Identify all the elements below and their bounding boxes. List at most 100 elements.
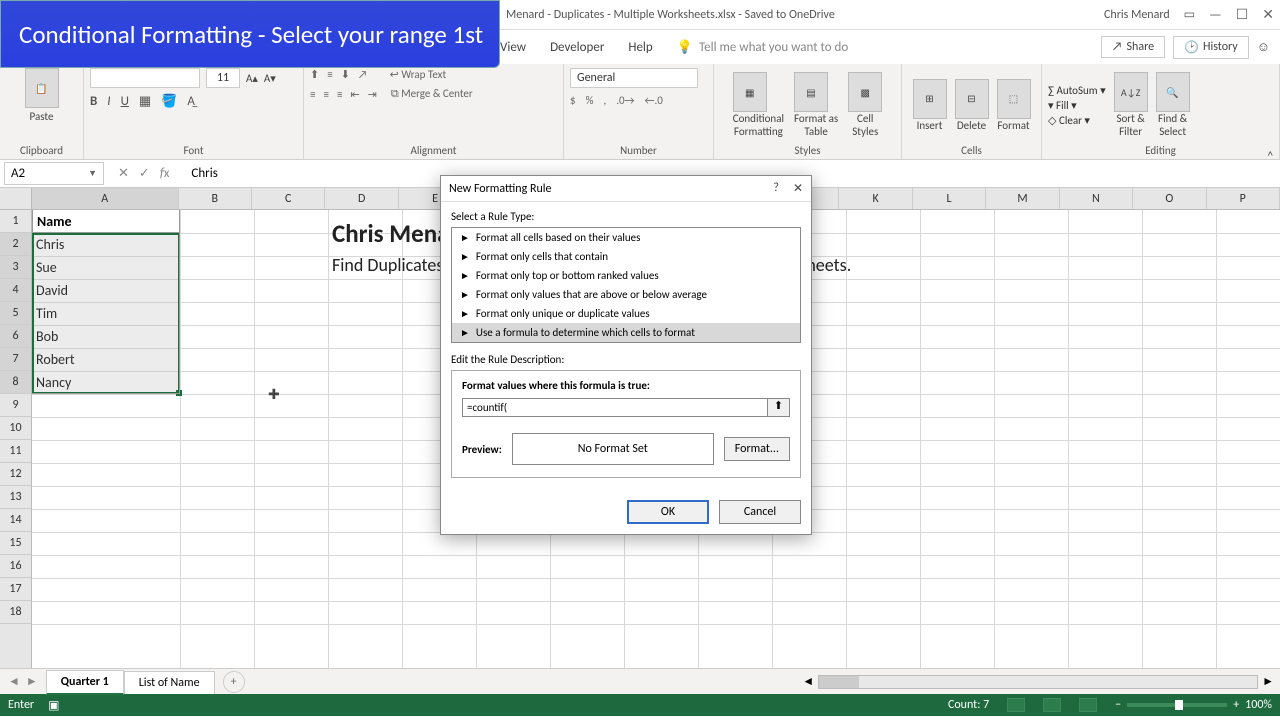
- enter-formula-icon[interactable]: ✓: [139, 166, 150, 181]
- insert-icon[interactable]: ⊞: [913, 79, 947, 119]
- conditional-formatting-button[interactable]: Conditional Formatting: [733, 112, 784, 138]
- tell-me-search[interactable]: 💡 Tell me what you want to do: [677, 40, 849, 55]
- row-header-18[interactable]: 18: [0, 601, 31, 624]
- row-header-4[interactable]: 4: [0, 279, 31, 302]
- align-center-icon[interactable]: ≡: [323, 88, 328, 101]
- ribbon-display-icon[interactable]: ▭: [1184, 7, 1195, 22]
- col-header-N[interactable]: N: [1060, 188, 1133, 209]
- format-button-dialog[interactable]: Format...: [724, 437, 790, 461]
- bold-button[interactable]: B: [90, 94, 97, 109]
- sort-filter-button[interactable]: Sort & Filter: [1114, 112, 1148, 138]
- sheet-next-icon[interactable]: ►: [26, 674, 38, 689]
- rule-type-1[interactable]: ►Format only cells that contain: [452, 247, 800, 266]
- sheet-tab-listofname[interactable]: List of Name: [124, 671, 215, 694]
- formula-value[interactable]: Chris: [183, 166, 217, 181]
- format-button[interactable]: Format: [997, 119, 1031, 132]
- cell-a2[interactable]: Chris: [32, 233, 180, 256]
- row-header-5[interactable]: 5: [0, 302, 31, 325]
- rule-type-2[interactable]: ►Format only top or bottom ranked values: [452, 266, 800, 285]
- row-header-1[interactable]: 1: [0, 210, 31, 233]
- zoom-slider[interactable]: [1127, 703, 1227, 707]
- paste-icon[interactable]: 📋: [25, 68, 59, 108]
- conditional-formatting-icon[interactable]: ▦: [733, 72, 767, 112]
- collapse-dialog-icon[interactable]: ⬆: [768, 398, 790, 417]
- row-header-3[interactable]: 3: [0, 256, 31, 279]
- clear-button[interactable]: ◇ Clear ▾: [1048, 114, 1106, 127]
- fill-button[interactable]: ▾ Fill ▾: [1048, 99, 1106, 112]
- close-icon[interactable]: ✕: [1262, 6, 1274, 23]
- row-header-16[interactable]: 16: [0, 555, 31, 578]
- cell-header-name[interactable]: Name: [32, 210, 180, 233]
- cell-styles-button[interactable]: Cell Styles: [848, 112, 882, 138]
- tab-developer[interactable]: Developer: [550, 40, 604, 55]
- align-bottom-icon[interactable]: ⬇: [341, 68, 350, 81]
- align-middle-icon[interactable]: ≡: [327, 68, 332, 81]
- row-header-6[interactable]: 6: [0, 325, 31, 348]
- zoom-level[interactable]: 100%: [1245, 698, 1272, 712]
- decrease-font-icon[interactable]: A▾: [264, 72, 276, 85]
- paste-button[interactable]: Paste: [30, 110, 54, 123]
- row-header-11[interactable]: 11: [0, 440, 31, 463]
- font-name-select[interactable]: [90, 68, 200, 88]
- hscroll-right-icon[interactable]: ►: [1262, 674, 1274, 689]
- tab-view[interactable]: View: [500, 40, 526, 55]
- col-header-K[interactable]: K: [839, 188, 912, 209]
- cell-styles-icon[interactable]: ▩: [848, 72, 882, 112]
- row-header-15[interactable]: 15: [0, 532, 31, 555]
- maximize-icon[interactable]: ☐: [1236, 6, 1249, 23]
- format-as-table-icon[interactable]: ▤: [794, 72, 828, 112]
- format-icon[interactable]: ⬚: [997, 79, 1031, 119]
- underline-button[interactable]: U: [121, 94, 129, 109]
- dialog-help-icon[interactable]: ?: [773, 181, 779, 196]
- name-box[interactable]: A2 ▼: [4, 162, 104, 185]
- row-header-14[interactable]: 14: [0, 509, 31, 532]
- align-top-icon[interactable]: ⬆: [310, 68, 319, 81]
- cell-a6[interactable]: Bob: [32, 325, 180, 348]
- view-pagelayout-icon[interactable]: [1043, 698, 1061, 712]
- rule-type-5[interactable]: ►Use a formula to determine which cells …: [452, 323, 800, 342]
- cell-a8[interactable]: Nancy: [32, 371, 180, 394]
- cell-a7[interactable]: Robert: [32, 348, 180, 371]
- view-pagebreak-icon[interactable]: [1079, 698, 1097, 712]
- sheet-prev-icon[interactable]: ◄: [8, 674, 20, 689]
- delete-button[interactable]: Delete: [955, 119, 989, 132]
- col-header-C[interactable]: C: [252, 188, 325, 209]
- format-as-table-button[interactable]: Format as Table: [794, 112, 838, 138]
- col-header-P[interactable]: P: [1207, 188, 1280, 209]
- col-header-B[interactable]: B: [179, 188, 252, 209]
- find-select-button[interactable]: Find & Select: [1156, 112, 1190, 138]
- row-header-10[interactable]: 10: [0, 417, 31, 440]
- rule-type-3[interactable]: ►Format only values that are above or be…: [452, 285, 800, 304]
- tab-help[interactable]: Help: [628, 40, 652, 55]
- insert-button[interactable]: Insert: [913, 119, 947, 132]
- cancel-button[interactable]: Cancel: [719, 500, 801, 524]
- decrease-decimal-icon[interactable]: ←.0: [645, 94, 663, 107]
- smiley-icon[interactable]: ☺: [1257, 39, 1270, 55]
- col-header-L[interactable]: L: [913, 188, 986, 209]
- increase-font-icon[interactable]: A▴: [246, 72, 258, 85]
- row-header-12[interactable]: 12: [0, 463, 31, 486]
- rule-type-list[interactable]: ►Format all cells based on their values►…: [451, 227, 801, 343]
- decrease-indent-icon[interactable]: ⇤: [350, 88, 359, 101]
- minimize-icon[interactable]: —: [1209, 6, 1222, 23]
- percent-icon[interactable]: %: [586, 94, 594, 107]
- row-header-2[interactable]: 2: [0, 233, 31, 256]
- macro-record-icon[interactable]: ▣: [48, 698, 59, 713]
- zoom-out-icon[interactable]: −: [1115, 698, 1121, 712]
- col-header-A[interactable]: A: [32, 188, 179, 209]
- col-header-O[interactable]: O: [1133, 188, 1206, 209]
- orientation-icon[interactable]: ↗: [358, 68, 368, 81]
- row-header-9[interactable]: 9: [0, 394, 31, 417]
- delete-icon[interactable]: ⊟: [955, 79, 989, 119]
- dialog-close-icon[interactable]: ✕: [793, 181, 803, 196]
- row-header-8[interactable]: 8: [0, 371, 31, 394]
- cell-a3[interactable]: Sue: [32, 256, 180, 279]
- formula-input[interactable]: [462, 398, 768, 417]
- fill-color-icon[interactable]: 🪣: [161, 94, 177, 109]
- row-header-13[interactable]: 13: [0, 486, 31, 509]
- share-button[interactable]: ↗ Share: [1101, 36, 1165, 58]
- align-right-icon[interactable]: ≡: [337, 88, 342, 101]
- col-header-D[interactable]: D: [325, 188, 398, 209]
- align-left-icon[interactable]: ≡: [310, 88, 315, 101]
- font-color-icon[interactable]: A̲: [187, 94, 195, 109]
